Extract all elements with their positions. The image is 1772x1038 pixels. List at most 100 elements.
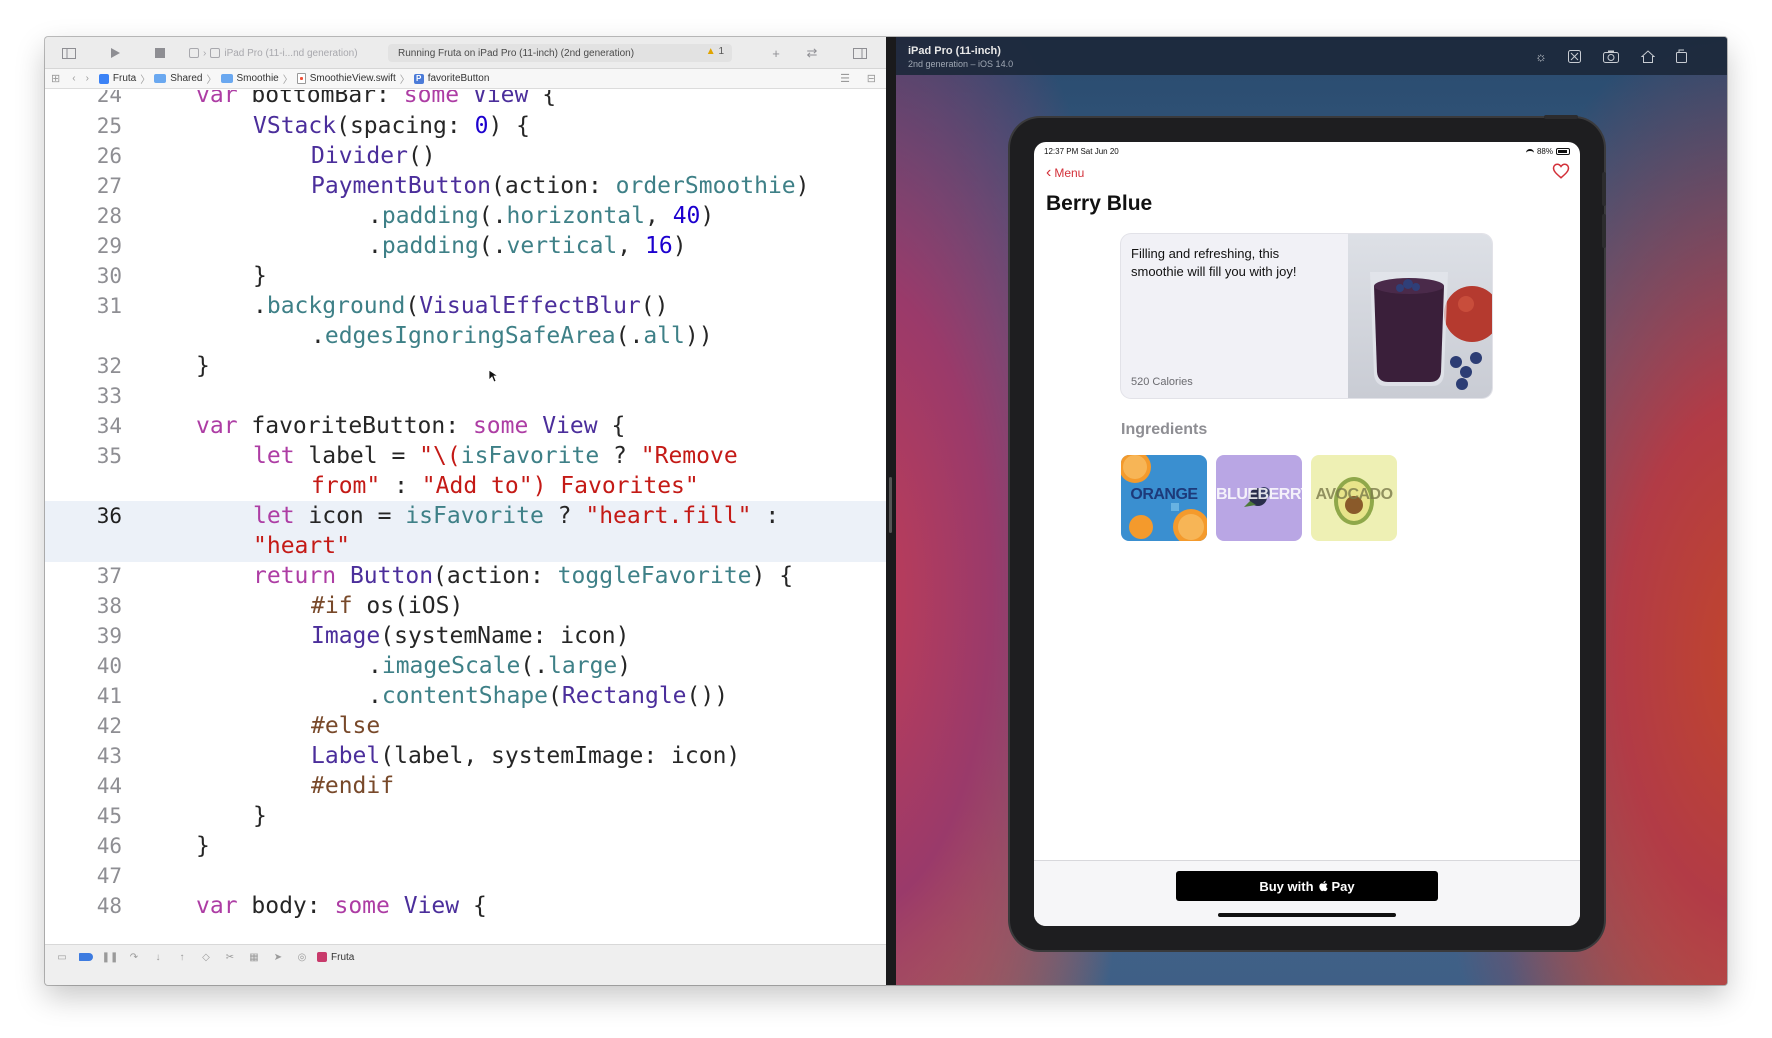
process-icon[interactable]: ◎ [295,950,309,964]
debug-scheme[interactable]: Fruta [317,952,354,963]
memory-graph-icon[interactable]: ✂ [223,950,237,964]
ingredient-tile-orange[interactable]: ORANGE [1121,455,1207,541]
ingredient-label: ORANGE [1130,486,1198,503]
project-icon [98,73,109,84]
scheme-device-label: iPad Pro (11-i...nd generation) [224,47,358,59]
brightness-icon[interactable]: ☼ [1532,48,1550,64]
code-line: 38 #if os(iOS) [45,591,886,622]
code-line: 34 var favoriteButton: some View { [45,411,886,442]
navigator-toggle-icon[interactable] [61,45,77,61]
volume-up-button [1602,172,1606,206]
related-items-icon[interactable]: ⊞ [51,72,60,85]
breadcrumb-file[interactable]: SmoothieView.swift [296,73,396,84]
ingredient-label: AVOCADO [1315,486,1393,503]
split-editor-icon[interactable]: ⊟ [867,72,876,85]
code-line: 28 .padding(.horizontal, 40) [45,201,886,232]
line-number: 35 [96,444,122,468]
property-icon: P [413,73,424,84]
code-line: 29 .padding(.vertical, 16) [45,231,886,262]
chevron-right-icon: 〉 [140,75,151,86]
status-time: 12:37 PM Sat Jun 20 [1044,147,1119,156]
breakpoints-toggle-icon[interactable] [79,953,93,961]
environment-overrides-icon[interactable]: ▦ [247,950,261,964]
code-line: 40 .imageScale(.large) [45,651,886,682]
line-number: 43 [96,744,122,768]
code-line: 25 VStack(spacing: 0) { [45,111,886,142]
chevron-right-icon: 〉 [282,75,293,86]
simulator-device-sub: 2nd generation – iOS 14.0 [908,59,1014,69]
forward-arrow-icon[interactable]: › [86,73,89,84]
hide-debug-area-icon[interactable]: ▭ [55,950,69,964]
breadcrumb-symbol[interactable]: PfavoriteButton [413,73,489,84]
wifi-icon [1525,148,1534,155]
code-line: 43 Label(label, systemImage: icon) [45,741,886,772]
status-bar: 12:37 PM Sat Jun 20 88% [1044,147,1570,157]
top-button [1544,115,1578,119]
chevron-right-icon: › [203,47,207,59]
smoothie-image [1348,234,1492,398]
back-arrow-icon[interactable]: ‹ [72,73,75,84]
battery-icon [1556,148,1570,155]
scheme-selector[interactable]: › iPad Pro (11-i...nd generation) [189,44,369,62]
chevron-right-icon: 〉 [206,75,217,86]
battery-percent: 88% [1536,147,1553,156]
page-title: Berry Blue [1046,192,1153,215]
app-icon [317,952,327,962]
line-number: 48 [96,894,122,918]
breadcrumb-label: SmoothieView.swift [309,73,396,84]
line-number: 28 [96,204,122,228]
rotate-icon[interactable] [1672,48,1690,64]
code-line: 27 PaymentButton(action: orderSmoothie) [45,171,886,202]
back-button[interactable]: ‹ Menu [1046,165,1084,181]
view-debugger-icon[interactable]: ◇ [199,950,213,964]
step-into-icon[interactable]: ↓ [151,950,165,964]
editor-options-icon[interactable]: ☰ [840,72,850,85]
line-number: 42 [96,714,122,738]
ingredient-label: BLUEBERRY [1216,486,1302,503]
line-number: 30 [96,264,122,288]
stop-icon[interactable] [152,45,168,61]
breadcrumb-folder-shared[interactable]: Shared [154,73,203,84]
step-over-icon[interactable]: ↷ [127,950,141,964]
pause-icon[interactable]: ❚❚ [102,950,119,964]
code-line: 26 Divider() [45,141,886,172]
split-divider[interactable] [886,37,896,985]
warning-count: 1 [718,46,724,57]
warning-badge[interactable]: ▲ 1 [706,46,724,57]
home-icon[interactable] [1639,48,1657,64]
run-icon[interactable] [107,45,123,61]
folder-icon [220,74,233,83]
line-number: 45 [96,804,122,828]
accessibility-icon[interactable] [1565,48,1583,64]
line-number: 46 [96,834,122,858]
code-line: 39 Image(systemName: icon) [45,621,886,652]
breadcrumb-folder-smoothie[interactable]: Smoothie [220,73,279,84]
line-number: 26 [96,144,122,168]
breadcrumb-label: Fruta [112,73,137,84]
favorite-heart-icon[interactable] [1552,162,1570,180]
mouse-cursor-icon [488,369,498,383]
ingredient-tile-avocado[interactable]: AVOCADO [1311,455,1397,541]
code-line: from" : "Add to") Favorites" [311,473,699,499]
warning-icon: ▲ [705,46,716,57]
apple-pay-button[interactable]: Buy with Pay [1176,871,1438,901]
simulate-location-icon[interactable]: ➤ [271,950,285,964]
folder-icon [154,74,167,83]
code-line: .edgesIgnoringSafeArea(.all)) [311,323,713,349]
line-number: 24 [96,90,122,107]
simulator-device-name: iPad Pro (11-inch) [908,45,1001,57]
code-editor[interactable]: 24 var bottomBar: some View { 25 VStack(sp… [45,90,886,944]
add-icon[interactable]: + [768,45,784,61]
inspector-toggle-icon[interactable] [852,45,868,61]
xcode-toolbar: › iPad Pro (11-i...nd generation) Runnin… [45,37,886,69]
volume-down-button [1602,214,1606,248]
ipad-device-frame: 12:37 PM Sat Jun 20 88% ‹ Menu Berry Blu… [1010,115,1606,950]
back-forward-icon[interactable]: ⇄ [804,45,820,61]
apple-logo-icon [1318,880,1328,892]
step-out-icon[interactable]: ↑ [175,950,189,964]
breadcrumb-project[interactable]: Fruta [98,73,137,84]
code-line: 42 #else [45,711,886,742]
screenshot-icon[interactable] [1602,48,1620,64]
code-line: 41 .contentShape(Rectangle()) [45,681,886,712]
ingredient-tile-blueberry[interactable]: BLUEBERRY [1216,455,1302,541]
